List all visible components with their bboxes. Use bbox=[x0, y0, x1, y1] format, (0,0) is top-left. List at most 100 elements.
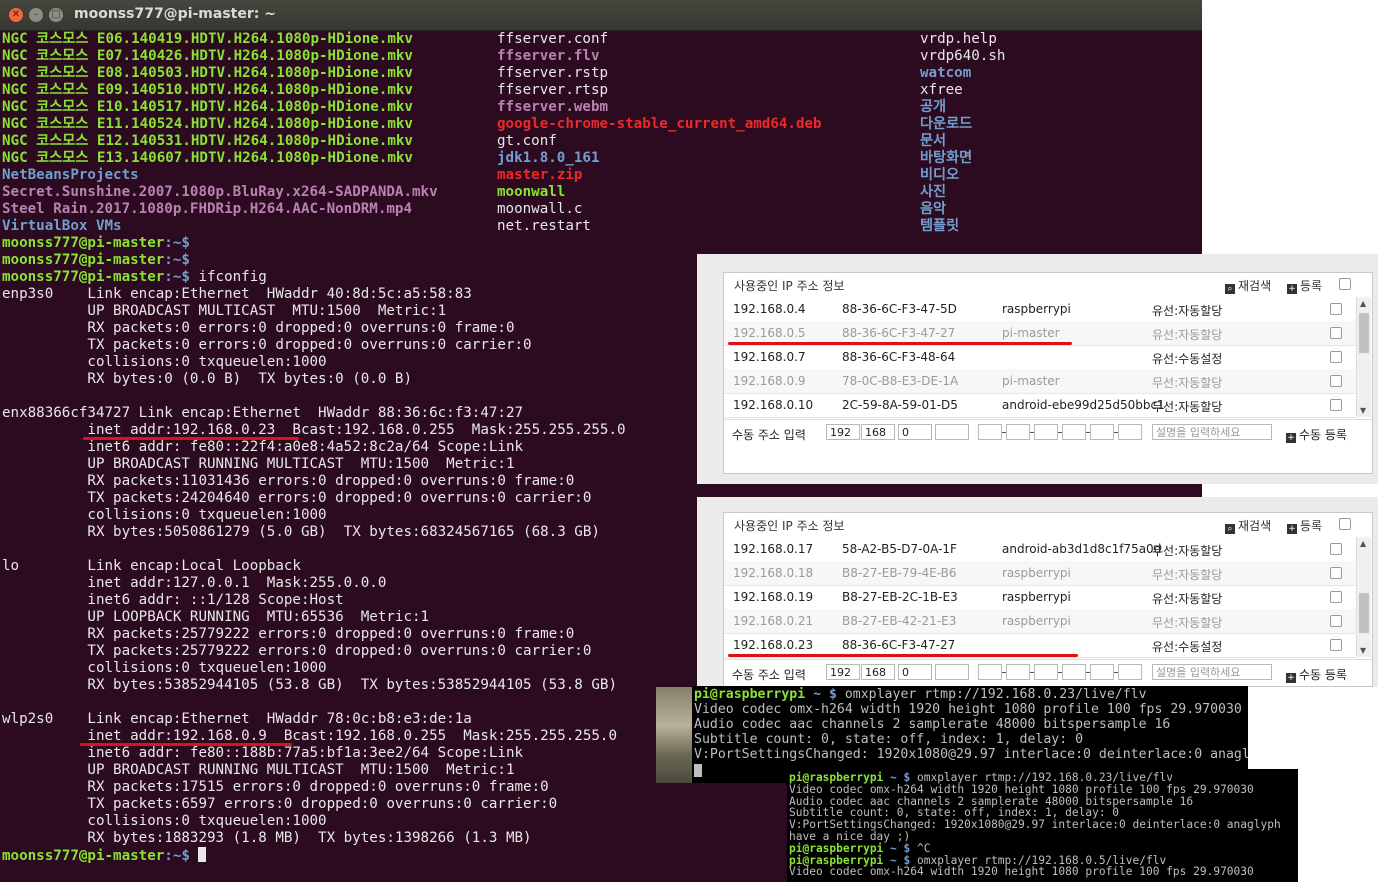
close-button[interactable]: ✕ bbox=[9, 8, 23, 22]
scroll-thumb[interactable] bbox=[1359, 593, 1369, 633]
host-name: raspberrypi bbox=[1002, 614, 1071, 628]
output-line: RX packets:25779222 errors:0 dropped:0 o… bbox=[2, 626, 575, 642]
mac-part-input[interactable] bbox=[1090, 424, 1114, 440]
scroll-up-icon[interactable]: ▲ bbox=[1360, 299, 1366, 308]
mac-part-input[interactable] bbox=[1062, 664, 1086, 680]
connection-type: 유선:수동설정 bbox=[1152, 352, 1223, 366]
ip-octet-input[interactable]: 0 bbox=[898, 664, 932, 680]
row-checkbox[interactable] bbox=[1330, 303, 1342, 315]
row-checkbox[interactable] bbox=[1330, 399, 1342, 411]
ip-row[interactable]: 192.168.0.17 58-A2-B5-D7-0A-1F android-ab3… bbox=[724, 537, 1356, 562]
pi-output-line: Video codec omx-h264 width 1920 height 1… bbox=[789, 865, 1254, 879]
output-line: collisions:0 txqueuelen:1000 bbox=[2, 813, 327, 829]
scroll-up-icon[interactable]: ▲ bbox=[1360, 539, 1366, 548]
prompt-line: moonss777@pi-master:~$ bbox=[2, 847, 626, 864]
output-line: RX packets:0 errors:0 dropped:0 overruns… bbox=[2, 320, 515, 336]
scroll-thumb[interactable] bbox=[1359, 313, 1369, 353]
mac-part-input[interactable] bbox=[1062, 424, 1086, 440]
ip-row[interactable]: 192.168.0.4 88-36-6C-F3-47-5D raspberrypi 유… bbox=[724, 297, 1356, 322]
panel-header: 사용중인 IP 주소 정보 ⌕ 재검색 + 등록 bbox=[724, 273, 1372, 295]
ls-column-2: ffserver.conf ffserver.flv ffserver.rstp ff… bbox=[497, 31, 822, 235]
ip-address: 192.168.0.17 bbox=[733, 542, 814, 556]
ip-octet-input[interactable] bbox=[935, 424, 969, 440]
red-underline-annotation bbox=[728, 654, 1078, 657]
row-checkbox[interactable] bbox=[1330, 327, 1342, 339]
mac-part-input[interactable] bbox=[1034, 424, 1058, 440]
ip-row[interactable]: 192.168.0.18 B8-27-EB-79-4E-B6 raspberrypi… bbox=[724, 561, 1356, 586]
file-entry: gt.conf bbox=[497, 133, 557, 149]
register-button[interactable]: + 등록 bbox=[1287, 277, 1322, 294]
red-underline-annotation bbox=[80, 743, 292, 746]
scroll-down-icon[interactable]: ▼ bbox=[1360, 406, 1366, 415]
plus-icon: + bbox=[1286, 673, 1296, 683]
ip-row[interactable]: 192.168.0.21 B8-27-EB-42-21-E3 raspberrypi… bbox=[724, 609, 1356, 634]
output-line: inet6 addr: fe80::188b:77a5:bf1a:3ee2/64… bbox=[2, 745, 524, 761]
ip-address: 192.168.0.23 bbox=[733, 638, 814, 652]
ip-octet-input[interactable]: 192 bbox=[826, 664, 860, 680]
ip-address: 192.168.0.7 bbox=[733, 350, 806, 364]
file-entry: net.restart bbox=[497, 218, 591, 234]
row-checkbox[interactable] bbox=[1330, 375, 1342, 387]
mac-part-input[interactable] bbox=[1090, 664, 1114, 680]
mac-address: 58-A2-B5-D7-0A-1F bbox=[842, 542, 957, 556]
description-input[interactable]: 설명을 입력하세요 bbox=[1152, 664, 1272, 680]
select-all-checkbox[interactable] bbox=[1339, 518, 1351, 530]
register-button[interactable]: + 등록 bbox=[1287, 517, 1322, 534]
minimize-button[interactable]: – bbox=[29, 8, 43, 22]
text-cursor bbox=[198, 847, 207, 862]
ip-row[interactable]: 192.168.0.7 88-36-6C-F3-48-64 유선:수동설정 bbox=[724, 345, 1356, 370]
output-line: collisions:0 txqueuelen:1000 bbox=[2, 660, 327, 676]
ip-octet-input[interactable]: 168 bbox=[861, 664, 895, 680]
connection-type: 무선:자동할당 bbox=[1152, 376, 1223, 390]
row-checkbox[interactable] bbox=[1330, 615, 1342, 627]
row-checkbox[interactable] bbox=[1330, 543, 1342, 555]
pi-output-line: Video codec omx-h264 width 1920 height 1… bbox=[789, 782, 1254, 796]
list-scrollbar[interactable]: ▲ ▼ bbox=[1356, 537, 1371, 657]
mac-part-input[interactable] bbox=[1006, 664, 1030, 680]
mac-part-input[interactable] bbox=[978, 664, 1002, 680]
file-entry: moonwall.c bbox=[497, 201, 583, 217]
pi-terminal-2[interactable]: pi@raspberrypi ~ $ omxplayer rtmp://192.… bbox=[787, 769, 1298, 882]
mac-part-input[interactable] bbox=[1006, 424, 1030, 440]
description-input[interactable]: 설명을 입력하세요 bbox=[1152, 424, 1272, 440]
row-checkbox[interactable] bbox=[1330, 351, 1342, 363]
list-scrollbar[interactable]: ▲ ▼ bbox=[1356, 297, 1371, 417]
host-name: raspberrypi bbox=[1002, 566, 1071, 580]
manual-register-button[interactable]: + 수동 등록 bbox=[1286, 426, 1347, 443]
mac-part-input[interactable] bbox=[1118, 664, 1142, 680]
title-bar[interactable]: ✕ – □ moonss777@pi-master: ~ bbox=[0, 0, 1202, 31]
pi-output-line: Audio codec aac channels 2 samplerate 48… bbox=[694, 717, 1171, 732]
maximize-button[interactable]: □ bbox=[49, 8, 63, 22]
terminal-output[interactable]: moonss777@pi-master:~$ moonss777@pi-mast… bbox=[2, 235, 626, 864]
connection-type: 유선:자동할당 bbox=[1152, 304, 1223, 318]
ip-octet-input[interactable]: 192 bbox=[826, 424, 860, 440]
ip-row[interactable]: 192.168.0.9 78-0C-B8-E3-DE-1A pi-master 무선:… bbox=[724, 369, 1356, 394]
file-entry: xfree bbox=[920, 82, 963, 98]
file-entry: NGC 코스모스 E07.140426.HDTV.H264.1080p-HDio… bbox=[2, 48, 413, 64]
row-checkbox[interactable] bbox=[1330, 591, 1342, 603]
row-checkbox[interactable] bbox=[1330, 567, 1342, 579]
file-entry: 다운로드 bbox=[920, 116, 973, 132]
ip-row[interactable]: 192.168.0.19 B8-27-EB-2C-1B-E3 raspberrypi… bbox=[724, 585, 1356, 610]
file-entry: jdk1.8.0_161 bbox=[497, 150, 600, 166]
mac-part-input[interactable] bbox=[1118, 424, 1142, 440]
red-underline-annotation bbox=[83, 437, 299, 440]
recheck-button[interactable]: ⌕ 재검색 bbox=[1225, 277, 1271, 294]
row-checkbox[interactable] bbox=[1330, 639, 1342, 651]
host-name: android-ab3d1d8c1f75a0d bbox=[1002, 542, 1162, 556]
host-name: android-ebe99d25d50bbc1 bbox=[1002, 398, 1165, 412]
select-all-checkbox[interactable] bbox=[1339, 278, 1351, 290]
ip-row[interactable]: 192.168.0.10 2C-59-8A-59-01-D5 android-ebe… bbox=[724, 393, 1356, 418]
ip-octet-input[interactable]: 168 bbox=[861, 424, 895, 440]
mac-part-input[interactable] bbox=[978, 424, 1002, 440]
mac-address: 88-36-6C-F3-47-27 bbox=[842, 638, 956, 652]
recheck-button[interactable]: ⌕ 재검색 bbox=[1225, 517, 1271, 534]
manual-register-button[interactable]: + 수동 등록 bbox=[1286, 666, 1347, 683]
ip-octet-input[interactable] bbox=[935, 664, 969, 680]
connection-type: 무선:자동할당 bbox=[1152, 544, 1223, 558]
mac-part-input[interactable] bbox=[1034, 664, 1058, 680]
scroll-down-icon[interactable]: ▼ bbox=[1360, 646, 1366, 655]
ip-octet-input[interactable]: 0 bbox=[898, 424, 932, 440]
